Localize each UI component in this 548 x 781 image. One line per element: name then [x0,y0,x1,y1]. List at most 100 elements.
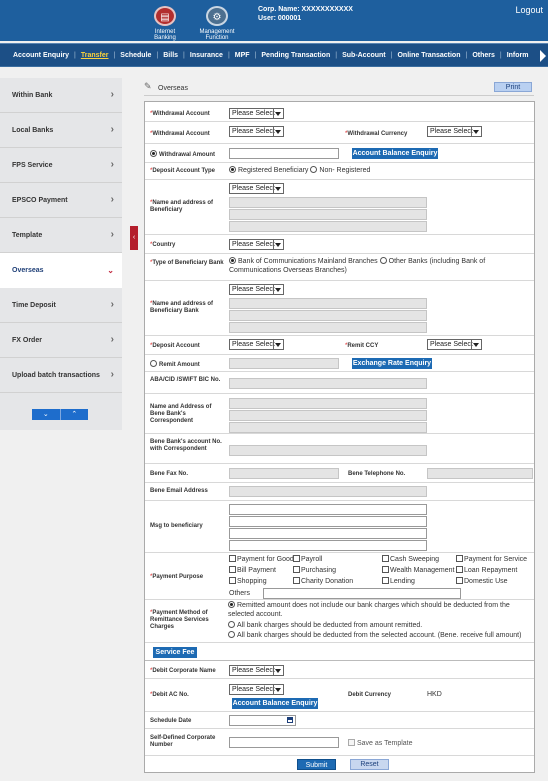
purpose-checkbox[interactable] [456,566,463,573]
sidebar-item-7[interactable]: FX Order › [0,323,122,358]
sidebar-item-3[interactable]: EPSCO Payment › [0,183,122,218]
withdrawal-amount-radio[interactable] [150,150,157,157]
others-input[interactable] [263,588,461,599]
corp-info: Corp. Name: XXXXXXXXXXX User: 000001 [258,5,353,23]
nav-item-8[interactable]: Online Transaction [397,52,460,59]
purpose-checkbox[interactable] [382,577,389,584]
page-up-button[interactable]: ⌃ [59,409,89,420]
withdrawal-account-select-2[interactable]: Please Select [229,126,284,137]
bank-address-line-3 [229,322,427,333]
purpose-checkbox[interactable] [456,555,463,562]
sidebar-item-0[interactable]: Within Bank › [0,78,122,113]
beneficiary-address-line-3 [229,221,427,232]
nav-item-5[interactable]: MPF [235,52,250,59]
payment-purpose-label: *Payment Purpose [150,574,204,580]
payment-method-radio-3[interactable] [228,631,235,638]
internet-banking-label[interactable]: Internet Banking [150,29,180,41]
other-banks-radio[interactable] [379,257,387,264]
purpose-checkbox[interactable] [229,577,236,584]
message-line-1[interactable] [229,504,427,515]
nav-item-9[interactable]: Others [472,52,495,59]
debit-currency-value: HKD [427,691,442,698]
purpose-checkbox[interactable] [229,566,236,573]
row-payment-purpose: *Payment Purpose Payment for Goods Payrol… [145,553,534,600]
withdrawal-account-select-1[interactable]: Please Select [229,108,284,119]
purpose-checkbox[interactable] [382,555,389,562]
remit-ccy-select[interactable]: Please Select [427,339,482,350]
purpose-checkbox[interactable] [456,577,463,584]
reset-button[interactable]: Reset [350,759,389,770]
message-line-4[interactable] [229,540,427,551]
management-function-label[interactable]: Management Function [196,29,238,41]
service-fee-button[interactable]: Service Fee [153,647,197,658]
purpose-checkbox[interactable] [293,566,300,573]
sidebar-item-1[interactable]: Local Banks › [0,113,122,148]
purpose-option-3: Payment for Service [456,555,527,563]
payment-method-option-2: All bank charges should be deducted from… [228,621,528,630]
nav-item-4[interactable]: Insurance [190,52,223,59]
page-down-button[interactable]: ⌄ [32,409,60,420]
sidebar-item-5[interactable]: Overseas ⌄ [0,253,122,288]
self-defined-input[interactable] [229,737,339,748]
swift-input [229,378,427,389]
debit-balance-enquiry-button[interactable]: Account Balance Enquiry [232,698,318,709]
sidebar-item-8[interactable]: Upload batch transactions › [0,358,122,393]
payment-method-radio-2[interactable] [228,621,235,628]
bocom-mainland-radio[interactable] [229,257,236,264]
registered-beneficiary-label: Registered Beneficiary [238,167,309,174]
nav-item-1[interactable]: Transfer [81,52,109,59]
row-withdrawal-amount: Withdrawal Amount Account Balance Enquir… [145,144,534,163]
purpose-checkbox[interactable] [293,555,300,562]
nav-separator: | [254,51,257,59]
nav-separator: | [74,51,76,59]
withdrawal-amount-input[interactable] [229,148,339,159]
beneficiary-bank-select[interactable]: Please Select [229,284,284,295]
print-button[interactable]: Print [494,82,532,92]
logout-link[interactable]: Logout [515,5,543,15]
calendar-icon[interactable] [287,717,293,723]
withdrawal-currency-select[interactable]: Please Select [427,126,482,137]
nav-item-10[interactable]: Inform [507,52,529,59]
purpose-checkbox[interactable] [229,555,236,562]
schedule-date-input[interactable] [229,715,296,726]
remit-amount-radio[interactable] [150,360,157,367]
country-select[interactable]: Please Select [229,239,284,250]
debit-ac-label: *Debit AC No. [150,692,189,698]
nav-item-2[interactable]: Schedule [120,52,151,59]
correspondent-line-3 [229,422,427,433]
sidebar-item-6[interactable]: Time Deposit › [0,288,122,323]
message-line-2[interactable] [229,516,427,527]
submit-button[interactable]: Submit [297,759,336,770]
purpose-checkbox[interactable] [382,566,389,573]
chevron-right-icon: › [110,369,114,380]
nav-item-0[interactable]: Account Enquiry [13,52,69,59]
row-message: Msg to beneficiary [145,501,534,553]
nav-scroll-right-icon[interactable] [540,50,546,62]
sidebar-item-4[interactable]: Template › [0,218,122,253]
nav-item-3[interactable]: Bills [163,52,178,59]
nav-separator: | [390,51,393,59]
sidebar-item-2[interactable]: FPS Service › [0,148,122,183]
payment-method-radio-1[interactable] [228,601,235,608]
registered-beneficiary-radio[interactable] [229,166,236,173]
nav-separator: | [465,51,468,59]
internet-banking-icon[interactable]: ▤ [154,6,176,26]
management-gears-icon[interactable]: ⚙ [206,6,228,26]
nav-item-6[interactable]: Pending Transaction [261,52,330,59]
nav-item-7[interactable]: Sub-Account [342,52,386,59]
save-as-template-checkbox[interactable] [348,739,355,746]
purpose-checkbox[interactable] [293,577,300,584]
exchange-rate-enquiry-button[interactable]: Exchange Rate Enquiry [352,358,432,369]
bene-email-label: Bene Email Address [150,488,208,494]
account-balance-enquiry-button[interactable]: Account Balance Enquiry [352,148,438,159]
non-registered-radio[interactable] [310,166,318,173]
beneficiary-address-line-2 [229,209,427,220]
debit-ac-select[interactable]: Please Select [229,684,284,695]
sidebar-pager: ⌄ ⌃ [32,409,88,420]
beneficiary-select[interactable]: Please Select [229,183,284,194]
collapse-sidebar-button[interactable]: ‹ [130,226,138,250]
deposit-account-label: *Deposit Account [150,343,200,349]
debit-corporate-select[interactable]: Please Select [229,665,284,676]
message-line-3[interactable] [229,528,427,539]
deposit-account-select[interactable]: Please Select [229,339,284,350]
